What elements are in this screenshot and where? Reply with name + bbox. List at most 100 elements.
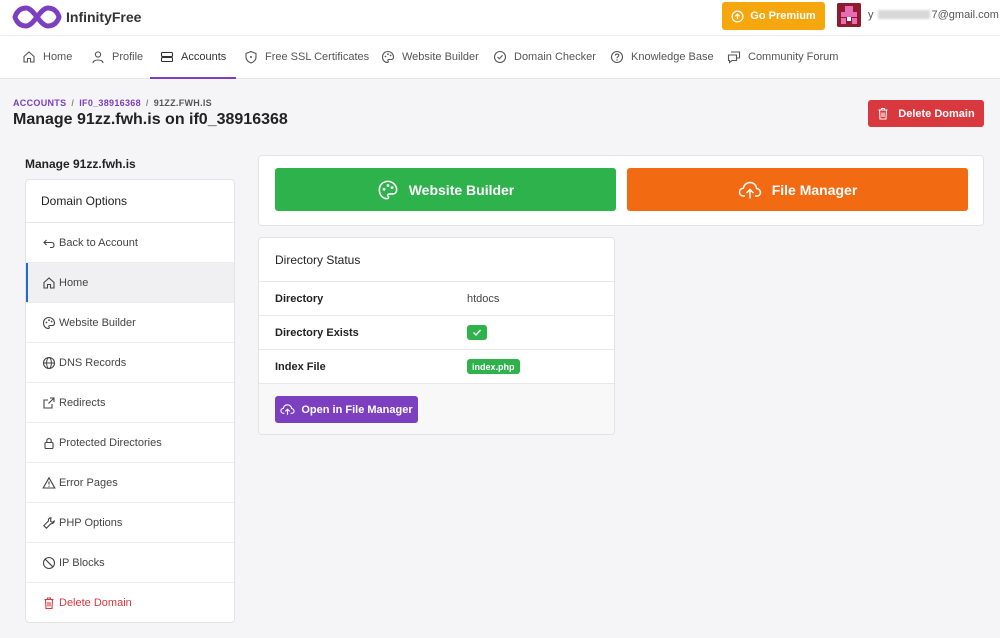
directory-status-card: Directory Status Directory htdocs Direct… bbox=[258, 237, 615, 435]
avatar-identicon bbox=[837, 3, 861, 27]
sidebar-item-ip-blocks[interactable]: IP Blocks bbox=[26, 543, 234, 583]
index-file-label: Index File bbox=[275, 360, 326, 373]
shield-icon bbox=[245, 50, 257, 64]
palette-icon bbox=[378, 180, 398, 199]
infinity-logo-icon bbox=[12, 5, 62, 29]
chat-icon bbox=[727, 51, 741, 64]
sidebar-item-label: Redirects bbox=[59, 396, 106, 409]
breadcrumb: ACCOUNTS / IF0_38916368 / 91ZZ.FWH.IS bbox=[13, 98, 212, 108]
email-redacted bbox=[877, 9, 930, 19]
page-title: Manage 91zz.fwh.is on if0_38916368 bbox=[13, 111, 288, 128]
nav-website-builder-label: Website Builder bbox=[402, 51, 479, 63]
open-in-file-manager-button[interactable]: Open in File Manager bbox=[275, 396, 418, 423]
sidebar-item-home[interactable]: Home bbox=[26, 263, 234, 303]
sidebar-item-label: Back to Account bbox=[59, 236, 138, 249]
table-row: Directory htdocs bbox=[259, 282, 614, 316]
website-builder-label: Website Builder bbox=[408, 181, 515, 198]
email-suffix: 7@gmail.com bbox=[931, 9, 999, 21]
sidebar-item-label: Protected Directories bbox=[59, 436, 162, 449]
brand-name: InfinityFree bbox=[66, 9, 142, 25]
sidebar-item-error-pages[interactable]: Error Pages bbox=[26, 463, 234, 503]
user-icon bbox=[92, 51, 104, 64]
nav-home[interactable]: Home bbox=[22, 36, 72, 78]
delete-domain-button[interactable]: Delete Domain bbox=[868, 100, 984, 127]
external-link-icon bbox=[43, 396, 55, 409]
file-manager-label: File Manager bbox=[771, 181, 858, 198]
file-manager-button[interactable]: File Manager bbox=[627, 168, 968, 211]
brand-logo[interactable]: InfinityFree bbox=[12, 3, 141, 31]
breadcrumb-separator: / bbox=[71, 98, 75, 108]
go-premium-label: Go Premium bbox=[750, 10, 816, 22]
check-circle-icon bbox=[493, 50, 507, 64]
nav-home-label: Home bbox=[43, 51, 73, 63]
palette-icon bbox=[381, 50, 395, 64]
sidebar-item-back-to-account[interactable]: Back to Account bbox=[26, 223, 234, 263]
sidebar-item-website-builder[interactable]: Website Builder bbox=[26, 303, 234, 343]
sidebar-item-label: PHP Options bbox=[59, 516, 123, 529]
index-file-badge: index.php bbox=[467, 359, 520, 374]
nav-knowledge-base[interactable]: Knowledge Base bbox=[610, 36, 714, 78]
nav-profile[interactable]: Profile bbox=[91, 36, 143, 78]
sidebar-item-label: DNS Records bbox=[59, 356, 127, 369]
nav-accounts-label: Accounts bbox=[181, 51, 227, 63]
question-circle-icon bbox=[610, 50, 624, 64]
sidebar-item-redirects[interactable]: Redirects bbox=[26, 383, 234, 423]
home-icon bbox=[43, 276, 55, 289]
website-builder-button[interactable]: Website Builder bbox=[275, 168, 616, 211]
sidebar-item-dns-records[interactable]: DNS Records bbox=[26, 343, 234, 383]
nav-ssl[interactable]: Free SSL Certificates bbox=[244, 36, 369, 78]
sidebar-item-label: Error Pages bbox=[59, 476, 118, 489]
user-email[interactable]: y 7@gmail.com bbox=[868, 9, 999, 21]
nav-knowledge-base-label: Knowledge Base bbox=[631, 51, 714, 63]
quick-actions-card: Website Builder File Manager bbox=[258, 155, 984, 226]
sidebar-item-label: Home bbox=[59, 276, 89, 289]
trash-icon bbox=[878, 107, 888, 120]
trash-icon bbox=[44, 597, 54, 610]
nav-accounts[interactable]: Accounts bbox=[149, 36, 237, 79]
back-arrow-icon bbox=[43, 239, 55, 248]
sidebar-item-label: Website Builder bbox=[59, 316, 136, 329]
cloud-upload-icon bbox=[280, 404, 296, 415]
main-nav: Home Profile Accounts Free SSL Certifica… bbox=[0, 36, 1000, 79]
open-in-file-manager-label: Open in File Manager bbox=[301, 403, 413, 416]
nav-website-builder[interactable]: Website Builder bbox=[381, 36, 479, 78]
sidebar-title: Domain Options bbox=[26, 180, 234, 223]
checkmark-icon bbox=[473, 329, 482, 337]
nav-domain-checker[interactable]: Domain Checker bbox=[493, 36, 596, 78]
directory-exists-badge bbox=[467, 325, 487, 340]
breadcrumb-current: 91ZZ.FWH.IS bbox=[153, 98, 212, 108]
nav-ssl-label: Free SSL Certificates bbox=[265, 51, 370, 63]
directory-label: Directory bbox=[275, 292, 324, 305]
directory-status-footer: Open in File Manager bbox=[259, 384, 614, 434]
wrench-icon bbox=[43, 516, 55, 529]
server-icon bbox=[160, 51, 174, 63]
email-prefix: y bbox=[868, 9, 874, 21]
go-premium-button[interactable]: Go Premium bbox=[722, 2, 825, 30]
globe-icon bbox=[42, 356, 56, 369]
table-row: Directory Exists bbox=[259, 316, 614, 350]
breadcrumb-accounts[interactable]: ACCOUNTS bbox=[13, 98, 66, 108]
cloud-upload-icon bbox=[738, 181, 761, 198]
nav-profile-label: Profile bbox=[112, 51, 144, 63]
top-bar: InfinityFree Go Premium y 7@gmail.com bbox=[0, 0, 1000, 36]
home-icon bbox=[23, 51, 35, 63]
warning-icon bbox=[42, 476, 56, 489]
sidebar-heading: Manage 91zz.fwh.is bbox=[25, 157, 136, 171]
domain-options-sidebar: Domain Options Back to Account Home Webs… bbox=[25, 179, 235, 623]
nav-community-forum-label: Community Forum bbox=[748, 51, 839, 63]
arrow-up-circle-icon bbox=[731, 10, 744, 22]
table-row: Index File index.php bbox=[259, 350, 614, 384]
sidebar-item-php-options[interactable]: PHP Options bbox=[26, 503, 234, 543]
directory-status-title: Directory Status bbox=[259, 238, 614, 282]
directory-exists-label: Directory Exists bbox=[275, 326, 359, 339]
nav-domain-checker-label: Domain Checker bbox=[514, 51, 596, 63]
breadcrumb-separator: / bbox=[145, 98, 149, 108]
avatar[interactable] bbox=[837, 3, 861, 27]
sidebar-item-delete-domain[interactable]: Delete Domain bbox=[26, 583, 234, 622]
lock-icon bbox=[44, 437, 54, 449]
sidebar-item-label: Delete Domain bbox=[59, 597, 132, 609]
breadcrumb-account[interactable]: IF0_38916368 bbox=[79, 98, 141, 108]
sidebar-item-protected-directories[interactable]: Protected Directories bbox=[26, 423, 234, 463]
nav-community-forum[interactable]: Community Forum bbox=[727, 36, 838, 78]
palette-icon bbox=[42, 316, 56, 329]
